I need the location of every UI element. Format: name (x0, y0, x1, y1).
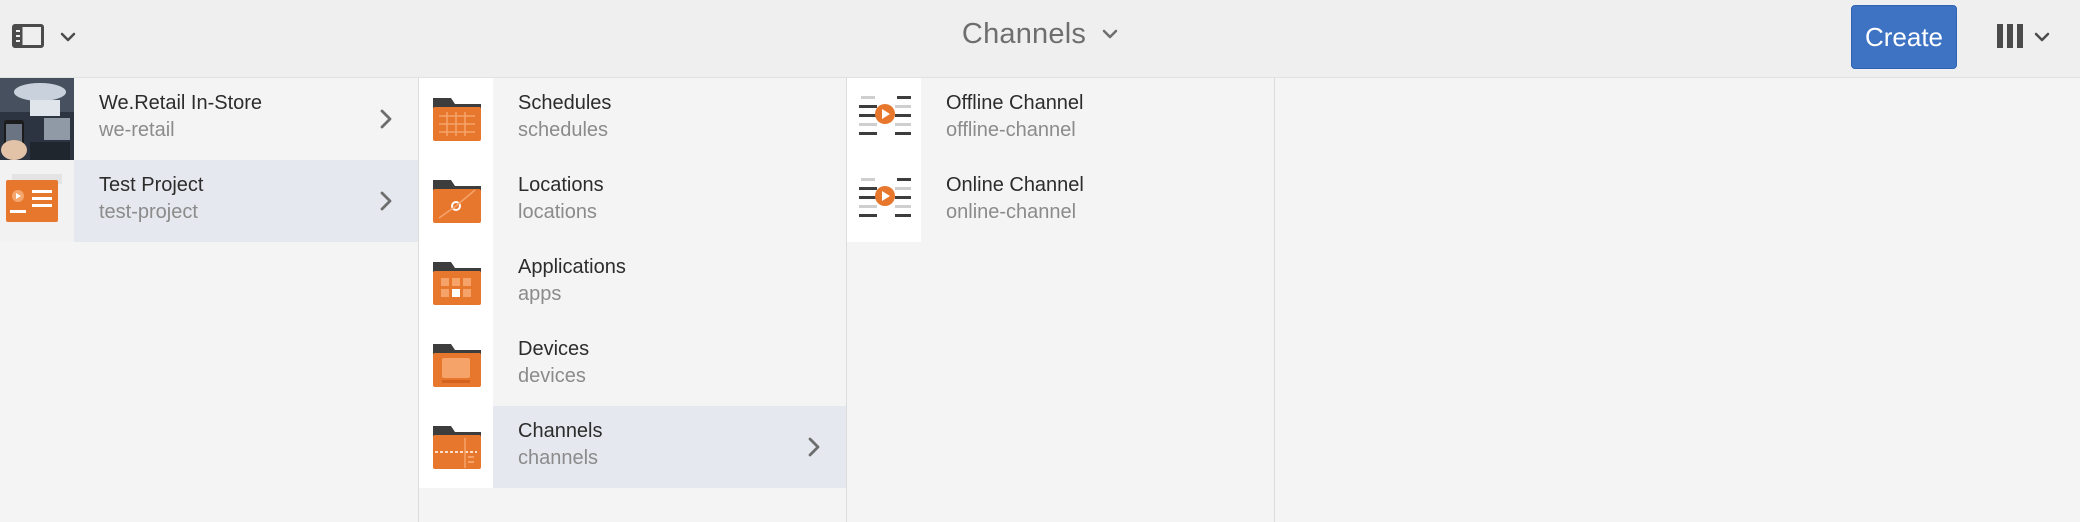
column-4-empty (1275, 78, 2080, 522)
list-item-online-channel[interactable]: Online Channel online-channel (847, 160, 1274, 242)
item-subtitle: apps (518, 283, 562, 305)
view-switcher[interactable] (1996, 20, 2066, 56)
list-item-devices[interactable]: Devices devices (419, 324, 846, 406)
chevron-right-icon[interactable] (376, 191, 396, 211)
list-item-test-project[interactable]: Test Project test-project (0, 160, 418, 242)
side-panel-icon (12, 23, 44, 53)
item-title: We.Retail In-Store (99, 92, 263, 114)
list-item-we-retail[interactable]: We.Retail In-Store we-retail (0, 78, 418, 160)
item-subtitle: we-retail (99, 119, 175, 141)
list-item-body: We.Retail In-Store we-retail (74, 78, 418, 160)
item-subtitle: offline-channel (946, 119, 1076, 141)
folder-channels-icon (419, 406, 493, 488)
create-button[interactable]: Create (1851, 5, 1957, 69)
item-subtitle: locations (518, 201, 597, 223)
item-title: Applications (518, 256, 626, 278)
chevron-down-icon (60, 29, 76, 47)
list-item-body: Devices devices (493, 324, 846, 406)
list-item-body: Channels channels (493, 406, 846, 488)
chevron-right-icon[interactable] (376, 109, 396, 129)
page-title: Channels (961, 18, 1087, 50)
list-item-body: Online Channel online-channel (921, 160, 1274, 242)
list-item-channels[interactable]: Channels channels (419, 406, 846, 488)
item-subtitle: test-project (99, 201, 198, 223)
list-item-body: Test Project test-project (74, 160, 418, 242)
channel-icon (847, 160, 921, 242)
item-subtitle: channels (518, 447, 599, 469)
folder-devices-icon (419, 324, 493, 406)
item-title: Locations (518, 174, 604, 196)
we-retail-photo (0, 78, 74, 160)
list-item-schedules[interactable]: Schedules schedules (419, 78, 846, 160)
folder-locations-icon (419, 160, 493, 242)
item-title: Offline Channel (946, 92, 1084, 114)
channel-icon (847, 78, 921, 160)
top-toolbar: Channels Create (0, 0, 2080, 78)
folder-apps-icon (419, 242, 493, 324)
list-item-body: Schedules schedules (493, 78, 846, 160)
list-item-body: Locations locations (493, 160, 846, 242)
column-1: We.Retail In-Store we-retail Test Project… (0, 78, 419, 522)
item-title: Devices (518, 338, 590, 360)
chevron-right-icon[interactable] (804, 437, 824, 457)
list-item-apps[interactable]: Applications apps (419, 242, 846, 324)
item-title: Test Project (99, 174, 204, 196)
column-2: Schedules schedules Locations locations Ap… (419, 78, 847, 522)
column-view-icon (1996, 22, 2024, 55)
list-item-locations[interactable]: Locations locations (419, 160, 846, 242)
list-item-body: Offline Channel offline-channel (921, 78, 1274, 160)
rail-toggle-button[interactable] (12, 20, 92, 56)
item-subtitle: online-channel (946, 201, 1077, 223)
title-dropdown[interactable]: Channels (962, 18, 1118, 51)
item-title: Channels (518, 420, 603, 442)
item-title: Online Channel (946, 174, 1084, 196)
item-subtitle: schedules (518, 119, 609, 141)
chevron-down-icon (1102, 26, 1118, 44)
chevron-down-icon (2034, 29, 2050, 47)
list-item-body: Applications apps (493, 242, 846, 324)
column-3: Offline Channel offline-channel Online Ch… (847, 78, 1275, 522)
project-thumbnail (0, 160, 74, 242)
item-subtitle: devices (518, 365, 586, 387)
item-title: Schedules (518, 92, 612, 114)
folder-schedules-icon (419, 78, 493, 160)
list-item-offline-channel[interactable]: Offline Channel offline-channel (847, 78, 1274, 160)
